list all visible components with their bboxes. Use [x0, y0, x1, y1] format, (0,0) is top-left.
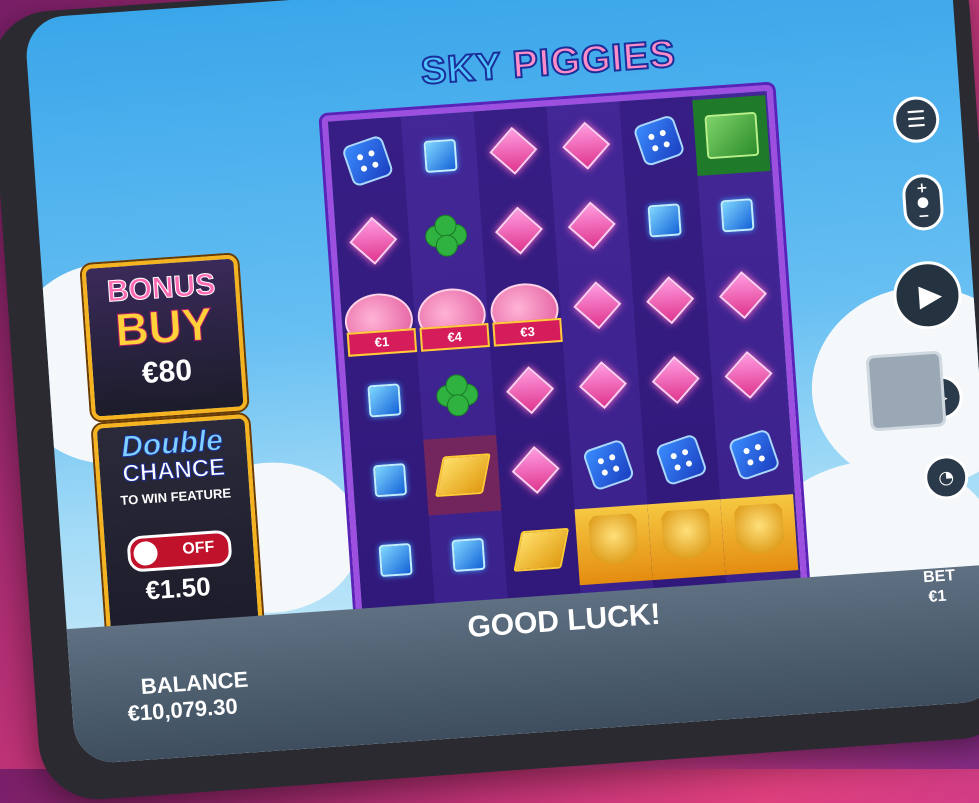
gem-pink-symbol: [348, 216, 397, 265]
reel-cell: [715, 414, 793, 495]
double-chance-subtitle: TO WIN FEATURE: [119, 485, 232, 509]
reel-grid: €1 €4 €3: [321, 84, 808, 617]
play-icon: ▶: [917, 276, 944, 314]
dice-symbol: [631, 113, 686, 168]
tablet-frame: SKY PIGGIES €1 €4 €3 BONUS BUY €80 Double …: [0, 0, 979, 803]
gem-pink-symbol: [488, 126, 537, 175]
reel-cell: [552, 185, 630, 266]
reel-cell: [619, 100, 697, 181]
reel-cell: [479, 190, 557, 271]
reel-cell: [703, 255, 781, 336]
gem-pink-symbol: [511, 446, 560, 495]
gold-symbol: [512, 527, 569, 572]
reel-cell: [491, 350, 569, 431]
reel-cell: [720, 494, 799, 576]
reel-cell: [558, 265, 636, 346]
reel-cell: €4: [412, 275, 491, 356]
reel-cell: [351, 440, 429, 521]
dice-symbol: [340, 134, 394, 188]
reel-cell: [423, 434, 502, 516]
gem-blue-symbol: [647, 203, 682, 238]
pig-value-label: €4: [419, 322, 491, 352]
double-chance-panel: Double CHANCE TO WIN FEATURE OFF €1.50: [92, 413, 263, 638]
coinkey-symbol: [660, 508, 713, 572]
reel-cell: [474, 110, 552, 191]
game-screen: SKY PIGGIES €1 €4 €3 BONUS BUY €80 Double …: [23, 0, 979, 765]
gem-pink-symbol: [572, 281, 621, 330]
bet-adjust-button[interactable]: + ● −: [901, 173, 945, 232]
gem-pink-symbol: [494, 206, 543, 255]
reel-cell: [429, 514, 507, 595]
cash-symbol: [703, 111, 759, 160]
gem-pink-symbol: [645, 276, 694, 325]
gem-pink-symbol: [651, 356, 700, 405]
logo-sky: SKY: [419, 44, 504, 94]
reel-cell: [547, 105, 625, 186]
reel-cell: [631, 260, 709, 341]
pig-value-label: €3: [492, 317, 563, 347]
clover-leaf: [434, 233, 459, 258]
pig-value-label: €1: [346, 328, 418, 357]
gem-blue-symbol: [450, 537, 486, 573]
reel-cell: €1: [339, 280, 418, 361]
reel-cell: [407, 195, 485, 276]
bet-label: BET: [922, 567, 956, 587]
vault-door: [865, 350, 947, 432]
gem-pink-symbol: [505, 366, 554, 415]
dice-symbol: [726, 428, 781, 482]
gold-symbol: [434, 453, 491, 498]
reel-cell: [574, 504, 653, 586]
reel-cell: [502, 509, 580, 590]
gem-pink-symbol: [567, 201, 616, 250]
menu-button[interactable]: ☰: [891, 95, 941, 145]
reel-cell: [356, 520, 434, 601]
double-chance-toggle[interactable]: OFF: [126, 529, 233, 573]
gem-pink-symbol: [578, 361, 627, 410]
bet-adjust-icon: + ● −: [915, 179, 931, 225]
reel-cell: [647, 499, 726, 581]
reel-cell: [563, 345, 641, 426]
gem-blue-symbol: [372, 463, 407, 498]
gem-blue-symbol: [719, 198, 755, 233]
reel-cell: €3: [485, 270, 563, 351]
dice-symbol: [654, 433, 708, 487]
clover-symbol: [423, 213, 468, 258]
coinkey-symbol: [587, 513, 640, 577]
bonus-buy-button[interactable]: BONUS BUY €80: [81, 254, 248, 421]
gem-pink-symbol: [724, 350, 773, 399]
gem-blue-symbol: [378, 542, 413, 578]
logo-piggies: PIGGIES: [510, 32, 678, 87]
dice-symbol: [581, 438, 635, 492]
speedometer-icon: ◔: [937, 466, 955, 489]
reel-cell: [709, 335, 787, 416]
bonus-buy-price: €80: [140, 353, 194, 391]
bet-value: €1: [927, 587, 947, 606]
coinkey-symbol: [733, 502, 786, 567]
reel-cell: [698, 175, 776, 256]
status-message: GOOD LUCK!: [466, 597, 662, 645]
menu-icon: ☰: [905, 106, 927, 133]
reel-cell: [636, 340, 714, 421]
clover-symbol: [434, 373, 479, 418]
gem-pink-symbol: [718, 271, 767, 320]
reel-cell: [334, 200, 412, 281]
reel-cell: [401, 115, 479, 196]
toggle-label: OFF: [181, 538, 215, 558]
reel-cell: [642, 419, 720, 500]
tablet-device: SKY PIGGIES €1 €4 €3 BONUS BUY €80 Double …: [0, 0, 979, 803]
gem-pink-symbol: [561, 121, 610, 170]
reel-cell: [418, 355, 496, 436]
reel-cell: [328, 121, 406, 202]
double-chance-price: €1.50: [144, 571, 212, 606]
gem-blue-symbol: [366, 383, 402, 418]
reel-cell: [625, 180, 703, 261]
reel-cell: [692, 95, 771, 177]
gem-blue-symbol: [422, 138, 458, 174]
clover-leaf: [445, 393, 470, 418]
reel-cell: [345, 360, 423, 441]
reel-cell: [569, 425, 647, 506]
reel-cell: [496, 430, 574, 511]
toggle-knob: [132, 540, 159, 567]
